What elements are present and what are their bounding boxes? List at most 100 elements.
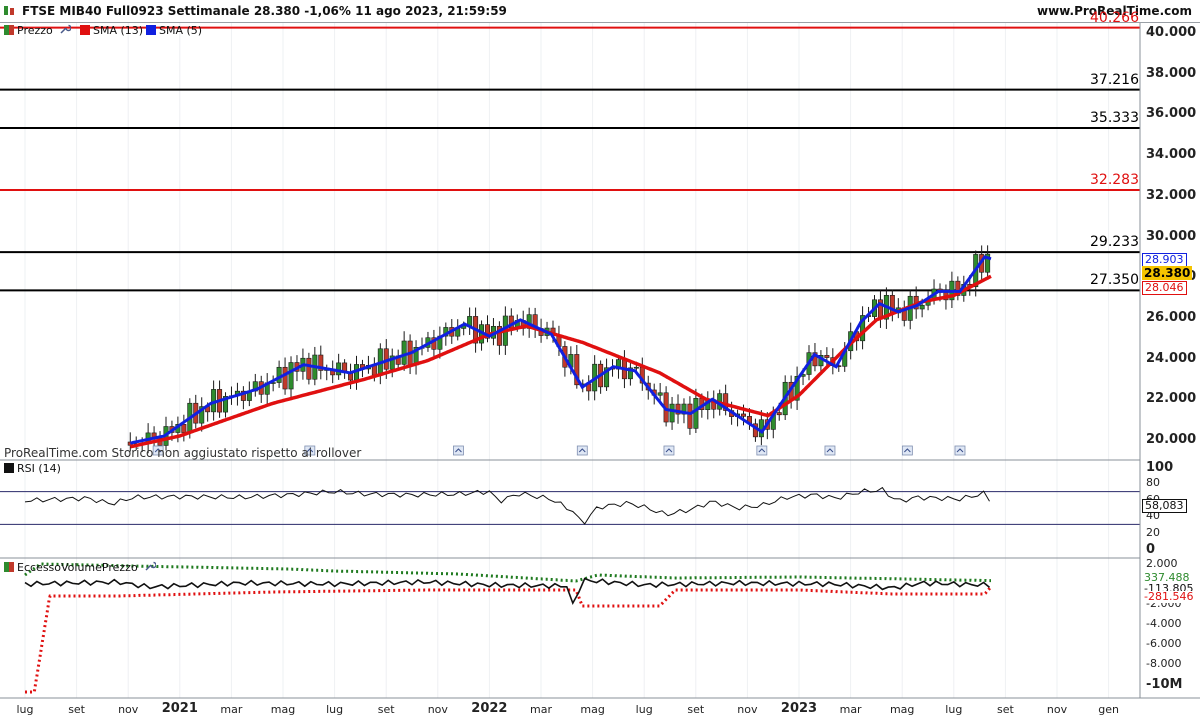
candle: [240, 386, 246, 410]
sma13-line: [129, 274, 992, 449]
price-axis-tick: 32.000: [1146, 187, 1197, 203]
volume-panel-plot: [24, 562, 993, 694]
volume-axis-tick: -8.000: [1146, 657, 1182, 670]
rsi-axis-tick: 0: [1146, 542, 1156, 557]
event-marker-icon: [901, 445, 913, 456]
candle: [496, 321, 502, 355]
candle: [467, 307, 473, 335]
sma13-swatch-icon: [80, 25, 90, 35]
chart-canvas[interactable]: [0, 0, 1200, 720]
price-legend: Prezzo SMA (13) SMA (5): [0, 22, 1140, 38]
candle: [669, 396, 675, 430]
chart-app-icon: [4, 6, 14, 15]
legend-volume-label: EccessoVolumePrezzo: [17, 561, 138, 574]
sma13-value-tag: 28.046: [1142, 281, 1187, 295]
price-axis-tick: 30.000: [1146, 228, 1197, 244]
price-axis-tick: 26.000: [1146, 309, 1197, 325]
legend-rsi[interactable]: RSI (14): [4, 462, 61, 475]
price-level-label: 29.233: [1090, 234, 1139, 251]
candle: [181, 414, 187, 442]
candle: [348, 363, 354, 390]
event-marker-icon: [576, 445, 588, 456]
volume-axis-tick: -10M: [1146, 677, 1183, 692]
sma5-swatch-icon: [146, 25, 156, 35]
marker-box: [824, 445, 836, 456]
legend-volume[interactable]: EccessoVolumePrezzo: [4, 561, 157, 574]
legend-sma5[interactable]: SMA (5): [146, 24, 202, 37]
candle-body: [288, 362, 294, 390]
wrench-icon[interactable]: [59, 24, 72, 35]
volume-axis-tick: -6.000: [1146, 637, 1182, 650]
legend-sma5-label: SMA (5): [159, 24, 203, 37]
rsi-axis-tick: 100: [1146, 460, 1174, 475]
price-swatch-icon: [4, 25, 14, 35]
wrench-icon[interactable]: [144, 561, 157, 572]
candle: [877, 290, 883, 328]
candle-body: [633, 366, 639, 369]
candle-body: [401, 340, 407, 365]
rsi-panel-plot: [0, 486, 1140, 525]
x-axis-month-label: mar: [220, 703, 243, 716]
candle-body: [919, 304, 925, 310]
sma5-value-tag: 28.903: [1142, 253, 1187, 267]
candle: [895, 298, 901, 319]
candle-body: [336, 362, 342, 376]
price-level-label: 35.333: [1090, 109, 1139, 126]
candle: [246, 381, 252, 407]
candle: [955, 276, 961, 301]
x-axis-month-label: lug: [326, 703, 344, 716]
x-axis-month-label: lug: [945, 703, 963, 716]
volume-price-line: [24, 577, 991, 606]
candle: [711, 390, 717, 419]
candle: [985, 245, 991, 277]
price-axis-tick: 20.000: [1146, 432, 1197, 447]
x-axis-month-label: set: [377, 703, 395, 716]
candle-body: [824, 355, 830, 358]
legend-rsi-label: RSI (14): [17, 462, 61, 475]
candle: [889, 289, 895, 322]
x-axis-year-label: 2023: [780, 701, 818, 716]
candle: [532, 307, 538, 338]
candle: [675, 394, 681, 424]
volume-axis-tick: 2.000: [1146, 557, 1178, 570]
x-axis-month-label: nov: [737, 703, 758, 716]
x-axis-month-label: mag: [889, 703, 915, 716]
x-axis-month-label: set: [996, 703, 1014, 716]
price-axis-tick: 40.000: [1146, 25, 1197, 40]
x-axis-month-label: nov: [427, 703, 448, 716]
legend-price-label: Prezzo: [17, 24, 53, 37]
candle-body: [181, 424, 187, 433]
candle: [252, 373, 258, 397]
legend-sma13[interactable]: SMA (13): [80, 24, 143, 37]
last-price-tag: 28.380: [1142, 266, 1193, 280]
candle-body: [657, 392, 663, 396]
chart-title: FTSE MIB40 Full0923 Settimanale 28.380 -…: [22, 4, 507, 18]
volume-lower-band: [25, 585, 993, 694]
candle-body: [693, 398, 699, 429]
watermark-text: ProRealTime.com Storico non aggiustato r…: [4, 446, 362, 460]
volume-swatch-icon: [4, 562, 14, 572]
sma5-line: [130, 255, 992, 445]
rsi-axis-tick: 20: [1146, 525, 1160, 539]
x-axis-month-label: lug: [16, 703, 34, 716]
candle-body: [776, 412, 782, 416]
marker-box: [453, 445, 464, 456]
legend-sma13-label: SMA (13): [93, 24, 144, 37]
x-axis-month-label: set: [68, 703, 85, 716]
rsi-line: [24, 486, 990, 525]
candle: [860, 306, 866, 350]
candle-body: [669, 403, 675, 423]
candle: [318, 345, 324, 380]
price-axis-tick: 22.000: [1146, 391, 1197, 407]
price-level-label: 27.350: [1090, 272, 1139, 289]
legend-price[interactable]: Prezzo: [4, 24, 72, 37]
candle: [336, 353, 342, 380]
candle: [901, 300, 907, 327]
candle: [276, 360, 282, 388]
candle: [586, 375, 592, 401]
marker-box: [901, 445, 913, 456]
event-marker-icon: [954, 445, 966, 456]
volume-axis-tick: -4.000: [1146, 617, 1182, 630]
event-marker-icon: [663, 445, 675, 456]
price-axis-tick: 34.000: [1146, 147, 1197, 163]
